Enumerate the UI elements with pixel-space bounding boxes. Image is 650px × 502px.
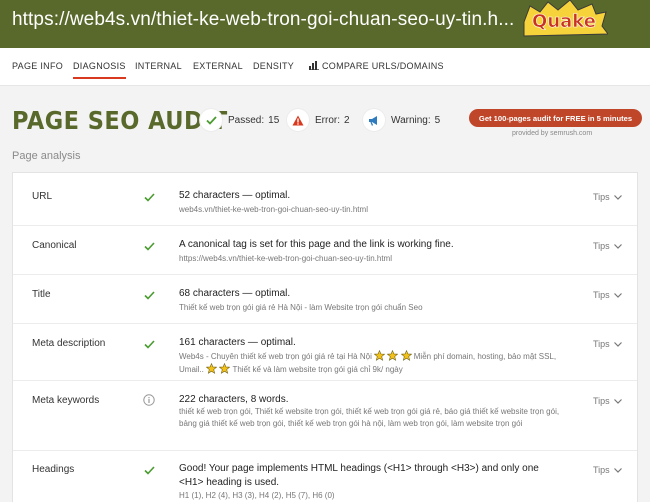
chevron-down-icon: [613, 243, 622, 249]
tips-toggle[interactable]: Tips: [593, 241, 622, 251]
warning-stat: Warning: 5: [363, 108, 440, 132]
tips-label: Tips: [593, 396, 610, 406]
star-icon: [374, 350, 386, 361]
tab-external[interactable]: EXTERNAL: [193, 61, 243, 71]
check-icon: [142, 190, 156, 204]
passed-stat: Passed: 15: [200, 108, 279, 132]
tips-label: Tips: [593, 192, 610, 202]
nav-bar: PAGE INFO DIAGNOSIS INTERNAL EXTERNAL DE…: [0, 48, 650, 86]
warning-count: 5: [434, 114, 441, 126]
check-icon: [142, 239, 156, 253]
tips-label: Tips: [593, 339, 610, 349]
tab-density[interactable]: DENSITY: [253, 61, 294, 71]
row-sub-text: web4s.vn/thiet-ke-web-tron-goi-chuan-seo…: [179, 205, 368, 214]
page-title: PAGE SEO AUDIT: [12, 106, 228, 135]
row-sub-text: https://web4s.vn/thiet-ke-web-tron-goi-c…: [179, 254, 392, 263]
tips-toggle[interactable]: Tips: [593, 339, 622, 349]
star-icon: [219, 363, 231, 374]
row-canonical: Canonical A canonical tag is set for thi…: [13, 226, 637, 275]
warning-icon: [363, 109, 385, 131]
row-sub-text: Web4s - Chuyên thiết kế web trọn gói giá…: [179, 350, 561, 376]
passed-count: 15: [268, 114, 280, 126]
row-headings: Headings Good! Your page implements HTML…: [13, 451, 637, 502]
chevron-down-icon: [613, 341, 622, 347]
chevron-down-icon: [613, 292, 622, 298]
error-count: 2: [344, 114, 350, 126]
row-label: Canonical: [32, 240, 77, 251]
warning-label: Warning:: [391, 114, 431, 126]
passed-icon: [200, 109, 222, 131]
meta-desc-part-1: Web4s - Chuyên thiết kế web trọn gói giá…: [179, 352, 372, 361]
row-label: Meta description: [32, 338, 106, 349]
star-icon: [387, 350, 399, 361]
top-bar: https://web4s.vn/thiet-ke-web-tron-goi-c…: [0, 0, 650, 49]
star-icon: [206, 363, 218, 374]
tab-compare[interactable]: COMPARE URLS/DOMAINS: [309, 61, 444, 71]
row-meta-keywords: Meta keywords 222 characters, 8 words. t…: [13, 381, 637, 451]
row-label: Meta keywords: [32, 395, 100, 406]
row-sub-text: H1 (1), H2 (4), H3 (3), H4 (2), H5 (7), …: [179, 491, 335, 500]
row-sub-text: thiết kế web trọn gói, Thiết kế website …: [179, 407, 560, 428]
row-label: Headings: [32, 464, 75, 475]
meta-desc-part-3: Thiết kế và làm website trọn gói giá chỉ…: [230, 365, 403, 374]
info-icon: [142, 393, 156, 407]
svg-text:Quake: Quake: [532, 11, 596, 32]
section-label: Page analysis: [12, 150, 81, 162]
bar-chart-icon: [309, 61, 319, 70]
tips-toggle[interactable]: Tips: [593, 192, 622, 202]
row-label: Title: [32, 289, 51, 300]
row-main-text: 52 characters — optimal.: [179, 190, 291, 201]
chevron-down-icon: [613, 467, 622, 473]
row-meta-description: Meta description 161 characters — optima…: [13, 324, 637, 381]
error-stat: Error: 2: [287, 108, 350, 132]
tab-internal[interactable]: INTERNAL: [135, 61, 182, 71]
row-main-text: 161 characters — optimal.: [179, 337, 296, 348]
row-main-text: 68 characters — optimal.: [179, 288, 291, 299]
tips-label: Tips: [593, 241, 610, 251]
passed-label: Passed:: [228, 114, 265, 126]
tips-toggle[interactable]: Tips: [593, 465, 622, 475]
seoquake-logo: Quake: [523, 0, 608, 37]
error-icon: [287, 109, 309, 131]
tab-compare-label: COMPARE URLS/DOMAINS: [322, 61, 444, 71]
chevron-down-icon: [613, 194, 622, 200]
row-sub-text: Thiết kế web trọn gói giá rẻ Hà Nội - là…: [179, 303, 423, 312]
check-icon: [142, 337, 156, 351]
row-url: URL 52 characters — optimal. web4s.vn/th…: [13, 173, 637, 226]
free-audit-button[interactable]: Get 100-pages audit for FREE in 5 minute…: [469, 109, 642, 127]
chevron-down-icon: [613, 398, 622, 404]
provided-by-text: provided by semrush.com: [512, 130, 593, 137]
star-icon: [400, 350, 412, 361]
tips-toggle[interactable]: Tips: [593, 396, 622, 406]
error-label: Error:: [315, 114, 340, 126]
row-main-text: 222 characters, 8 words.: [179, 394, 289, 405]
check-icon: [142, 288, 156, 302]
check-icon: [142, 463, 156, 477]
row-title: Title 68 characters — optimal. Thiết kế …: [13, 275, 637, 324]
tab-diagnosis[interactable]: DIAGNOSIS: [73, 61, 126, 79]
tips-toggle[interactable]: Tips: [593, 290, 622, 300]
row-label: URL: [32, 191, 53, 202]
tips-label: Tips: [593, 290, 610, 300]
row-main-text: A canonical tag is set for this page and…: [179, 239, 454, 250]
analysis-card: URL 52 characters — optimal. web4s.vn/th…: [12, 172, 638, 502]
row-main-text: Good! Your page implements HTML headings…: [179, 463, 539, 488]
page-url: https://web4s.vn/thiet-ke-web-tron-goi-c…: [12, 9, 515, 30]
tips-label: Tips: [593, 465, 610, 475]
tab-page-info[interactable]: PAGE INFO: [12, 61, 63, 71]
